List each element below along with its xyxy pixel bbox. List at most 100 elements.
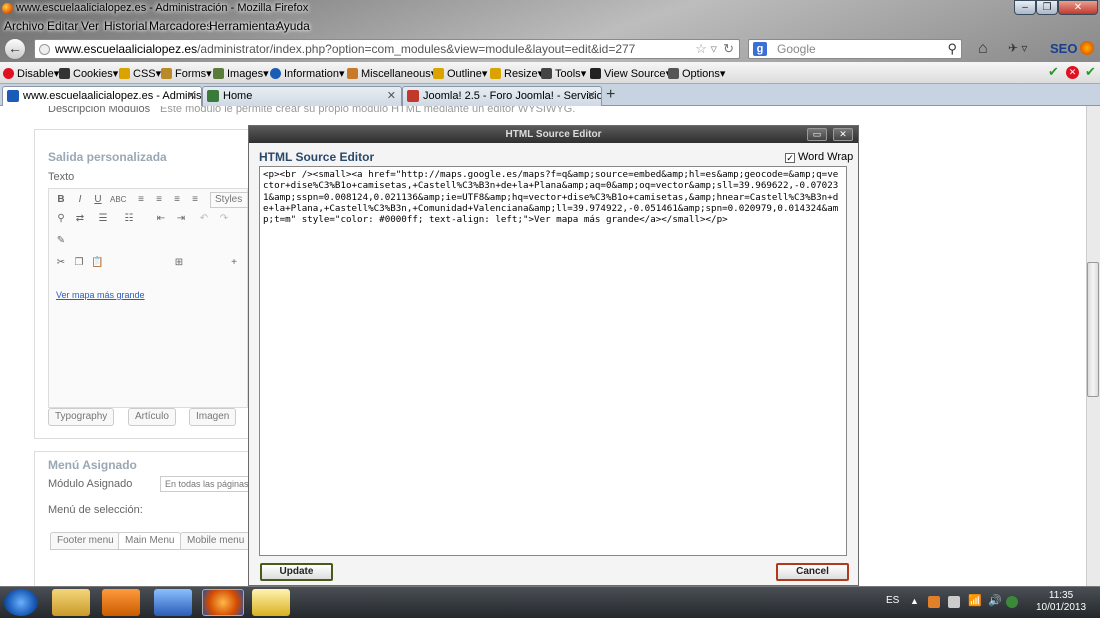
wd-outline[interactable]: Outline▾ <box>433 67 487 80</box>
tools-taskbar-icon[interactable] <box>154 589 192 616</box>
search-icon[interactable]: ⚲ <box>947 40 957 58</box>
menu-tab-mobile[interactable]: Mobile menu <box>180 532 252 550</box>
tray-device-icon[interactable] <box>948 596 960 608</box>
menu-herramientas[interactable]: Herramientas <box>209 19 281 33</box>
menu-ayuda[interactable]: Ayuda <box>276 19 310 33</box>
wd-options[interactable]: Options▾ <box>668 67 725 80</box>
tab-home[interactable]: Home ✕ <box>202 86 402 106</box>
word-wrap-checkbox[interactable]: ✓ <box>785 153 795 163</box>
tray-security-icon[interactable] <box>1006 596 1018 608</box>
menu-editar[interactable]: Editar <box>47 19 78 33</box>
start-button[interactable] <box>4 589 38 616</box>
seo-label[interactable]: SEO <box>1050 41 1077 56</box>
reload-icon[interactable]: ↻ <box>723 40 734 58</box>
menu-tab-footer[interactable]: Footer menu <box>50 532 121 550</box>
wd-tools[interactable]: Tools▾ <box>541 67 586 80</box>
menu-historial[interactable]: Historial <box>104 19 147 33</box>
image-button[interactable]: Imagen <box>189 408 237 426</box>
bookmark-star-icon[interactable]: ☆ ▿ <box>695 40 717 58</box>
google-icon[interactable]: g <box>753 42 767 56</box>
table-icon[interactable]: ⊞ <box>173 258 185 268</box>
close-window-button[interactable]: ✕ <box>1058 0 1098 15</box>
styles-select[interactable]: Styles <box>210 192 250 208</box>
update-button[interactable]: Update <box>260 563 333 581</box>
align-justify-icon[interactable]: ≡ <box>189 195 201 205</box>
find-icon[interactable]: ⚲ <box>55 214 67 224</box>
clock[interactable]: 11:35 10/01/2013 <box>1036 590 1086 614</box>
html-source-textarea[interactable]: <p><br /><small><a href="http://maps.goo… <box>259 166 847 556</box>
notes-taskbar-icon[interactable] <box>252 589 290 616</box>
menu-marcadores[interactable]: Marcadores <box>149 19 212 33</box>
firefox-taskbar-icon[interactable] <box>202 589 244 616</box>
tab-joomla-forum[interactable]: Joomla! 2.5 - Foro Joomla! - Servicios .… <box>402 86 602 106</box>
italic-icon[interactable]: I <box>74 195 86 205</box>
copy-icon[interactable]: ❐ <box>73 258 85 268</box>
bold-icon[interactable]: B <box>55 195 67 205</box>
paste-icon[interactable]: 📋 <box>91 258 103 268</box>
wd-images[interactable]: Images▾ <box>213 67 269 80</box>
tray-expand-icon[interactable]: ▲ <box>910 596 919 606</box>
tab-admin[interactable]: www.escuelaalicialopez.es - Administ... … <box>2 86 202 107</box>
back-button[interactable]: ← <box>4 38 26 60</box>
new-tab-button[interactable]: + <box>606 86 615 104</box>
align-center-icon[interactable]: ≡ <box>153 195 165 205</box>
align-left-icon[interactable]: ≡ <box>135 195 147 205</box>
error-icon[interactable]: ✕ <box>1066 66 1079 79</box>
menu-archivo[interactable]: Archivo <box>4 19 44 33</box>
wd-cookies[interactable]: Cookies▾ <box>59 67 118 80</box>
edit-icon[interactable]: ✎ <box>55 236 67 246</box>
wd-disable[interactable]: Disable▾ <box>3 67 59 80</box>
home-icon[interactable]: ⌂ <box>978 40 988 58</box>
number-list-icon[interactable]: ☷ <box>123 214 135 224</box>
typography-button[interactable]: Typography <box>48 408 115 426</box>
forms-icon <box>161 68 172 79</box>
insert-row-icon[interactable]: + <box>228 258 240 268</box>
media-player-taskbar-icon[interactable] <box>102 589 140 616</box>
close-tab-icon[interactable]: ✕ <box>387 87 396 105</box>
word-wrap-toggle[interactable]: ✓ Word Wrap <box>785 151 853 163</box>
undo-icon[interactable]: ↶ <box>198 214 210 224</box>
outdent-icon[interactable]: ⇤ <box>155 214 167 224</box>
url-bar[interactable]: www.escuelaalicialopez.es/administrator/… <box>34 39 740 59</box>
check-icon[interactable]: ✔ <box>1048 64 1059 80</box>
explorer-taskbar-icon[interactable] <box>52 589 90 616</box>
check-icon[interactable]: ✔ <box>1085 64 1096 80</box>
wd-forms[interactable]: Forms▾ <box>161 67 212 80</box>
underline-icon[interactable]: U <box>92 195 104 205</box>
bullet-list-icon[interactable]: ☰ <box>97 214 109 224</box>
resize-icon <box>490 68 501 79</box>
map-link[interactable]: Ver mapa más grande <box>56 290 145 300</box>
minimize-button[interactable]: – <box>1014 0 1036 15</box>
network-icon[interactable]: 📶 <box>968 594 982 607</box>
site-identity-icon[interactable] <box>39 44 50 55</box>
maximize-button[interactable]: ❐ <box>1036 0 1058 15</box>
wd-miscellaneous[interactable]: Miscellaneous▾ <box>347 67 436 80</box>
align-right-icon[interactable]: ≡ <box>171 195 183 205</box>
tray-app-icon[interactable] <box>928 596 940 608</box>
assigned-module-select[interactable]: En todas las páginas <box>160 476 250 492</box>
scrollbar-thumb[interactable] <box>1087 262 1099 397</box>
wd-resize[interactable]: Resize▾ <box>490 67 543 80</box>
seo-extension-icon[interactable] <box>1080 41 1094 55</box>
replace-icon[interactable]: ⇄ <box>74 214 86 224</box>
maximize-dialog-icon[interactable]: ▭ <box>807 128 827 141</box>
language-indicator[interactable]: ES <box>886 595 899 606</box>
search-input[interactable]: g Google ⚲ <box>748 39 962 59</box>
tools-icon[interactable]: ✈ ▿ <box>1008 41 1027 55</box>
article-button[interactable]: Artículo <box>128 408 176 426</box>
menu-ver[interactable]: Ver <box>81 19 99 33</box>
volume-icon[interactable]: 🔊 <box>988 594 1002 607</box>
cancel-button[interactable]: Cancel <box>776 563 849 581</box>
wd-css[interactable]: CSS▾ <box>119 67 161 80</box>
close-dialog-icon[interactable]: ✕ <box>833 128 853 141</box>
close-tab-icon[interactable]: ✕ <box>187 87 196 105</box>
wd-view-source[interactable]: View Source▾ <box>590 67 671 80</box>
dialog-title: HTML Source Editor <box>259 150 375 164</box>
menu-tab-main[interactable]: Main Menu <box>118 532 182 550</box>
cut-icon[interactable]: ✂ <box>55 258 67 268</box>
strikethrough-icon[interactable]: ABC <box>110 195 126 205</box>
indent-icon[interactable]: ⇥ <box>175 214 187 224</box>
close-tab-icon[interactable]: ✕ <box>587 87 596 105</box>
wd-information[interactable]: Information▾ <box>270 67 345 80</box>
redo-icon[interactable]: ↷ <box>218 214 230 224</box>
